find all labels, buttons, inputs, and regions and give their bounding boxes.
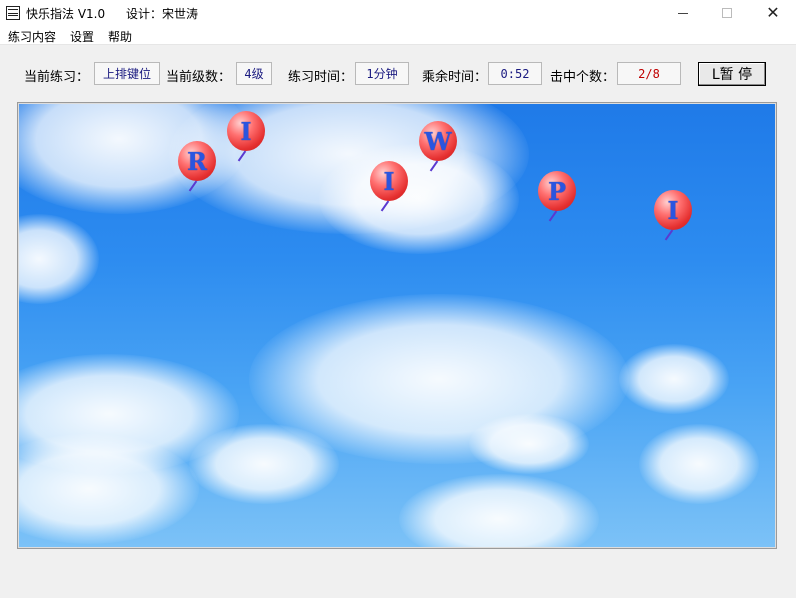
balloon-letter: I — [667, 195, 679, 225]
balloon-body: W — [419, 121, 457, 161]
menu-help[interactable]: 帮助 — [108, 28, 132, 45]
cloud — [619, 344, 729, 414]
level-value: 4级 — [236, 62, 272, 85]
sky-background: R I I W P I — [19, 104, 775, 547]
balloon: R — [178, 141, 218, 193]
cloud — [639, 424, 759, 504]
balloon-string — [429, 160, 439, 172]
current-practice-label: 当前练习： — [24, 70, 90, 85]
balloon: W — [419, 121, 459, 173]
bottom-bar — [0, 550, 796, 598]
info-bar: 当前练习： 上排键位 当前级数： 4级 练习时间： 1分钟 乘余时间： 0:52… — [0, 46, 796, 98]
balloon-string — [548, 210, 558, 222]
menu-practice-content[interactable]: 练习内容 — [8, 28, 56, 45]
app-icon — [6, 6, 20, 20]
balloon: I — [227, 111, 267, 163]
balloon: I — [654, 190, 694, 242]
pause-button[interactable]: L暂 停 — [698, 62, 766, 86]
cloud — [399, 474, 599, 547]
hits-value: 2/8 — [617, 62, 681, 85]
balloon: I — [370, 161, 410, 213]
balloon-letter: I — [383, 166, 395, 196]
hits-label: 击中个数： — [550, 70, 616, 85]
balloon-body: I — [654, 190, 692, 230]
practice-time-label: 练习时间： — [288, 70, 354, 85]
level-label: 当前级数： — [166, 70, 232, 85]
cloud — [469, 414, 589, 474]
window-title: 快乐指法 V1.0 — [26, 7, 106, 21]
balloon-letter: I — [240, 116, 252, 146]
remaining-time-label: 乘余时间： — [422, 70, 488, 85]
balloon-string — [380, 200, 390, 212]
app-window: 快乐指法 V1.0 设计：宋世涛 ✕ 练习内容 设置 帮助 当前练习： 上排键位… — [0, 0, 796, 598]
balloon-body: I — [227, 111, 265, 151]
maximize-button[interactable] — [704, 0, 750, 26]
menu-settings[interactable]: 设置 — [70, 28, 94, 45]
cloud — [19, 214, 99, 304]
balloon-body: R — [178, 141, 216, 181]
designer-credit: 设计：宋世涛 — [126, 7, 199, 21]
remaining-time-value: 0:52 — [488, 62, 542, 85]
practice-time-value: 1分钟 — [355, 62, 409, 85]
balloon-string — [237, 150, 247, 162]
balloon: P — [538, 171, 578, 223]
close-icon: ✕ — [766, 3, 780, 22]
balloon-letter: R — [187, 146, 207, 176]
balloon-body: I — [370, 161, 408, 201]
menu-bar: 练习内容 设置 帮助 — [0, 26, 796, 45]
minimize-button[interactable] — [660, 0, 706, 26]
balloon-string — [188, 180, 198, 192]
balloon-letter: P — [547, 176, 567, 206]
title-bar: 快乐指法 V1.0 设计：宋世涛 ✕ — [0, 0, 796, 26]
balloon-string — [664, 229, 674, 241]
current-practice-value: 上排键位 — [94, 62, 160, 85]
cloud — [189, 424, 339, 504]
maximize-icon — [722, 8, 732, 18]
game-area[interactable]: R I I W P I — [17, 102, 777, 549]
close-button[interactable]: ✕ — [750, 0, 796, 26]
balloon-body: P — [538, 171, 576, 211]
balloon-letter: W — [424, 126, 452, 156]
minimize-icon — [678, 12, 688, 14]
